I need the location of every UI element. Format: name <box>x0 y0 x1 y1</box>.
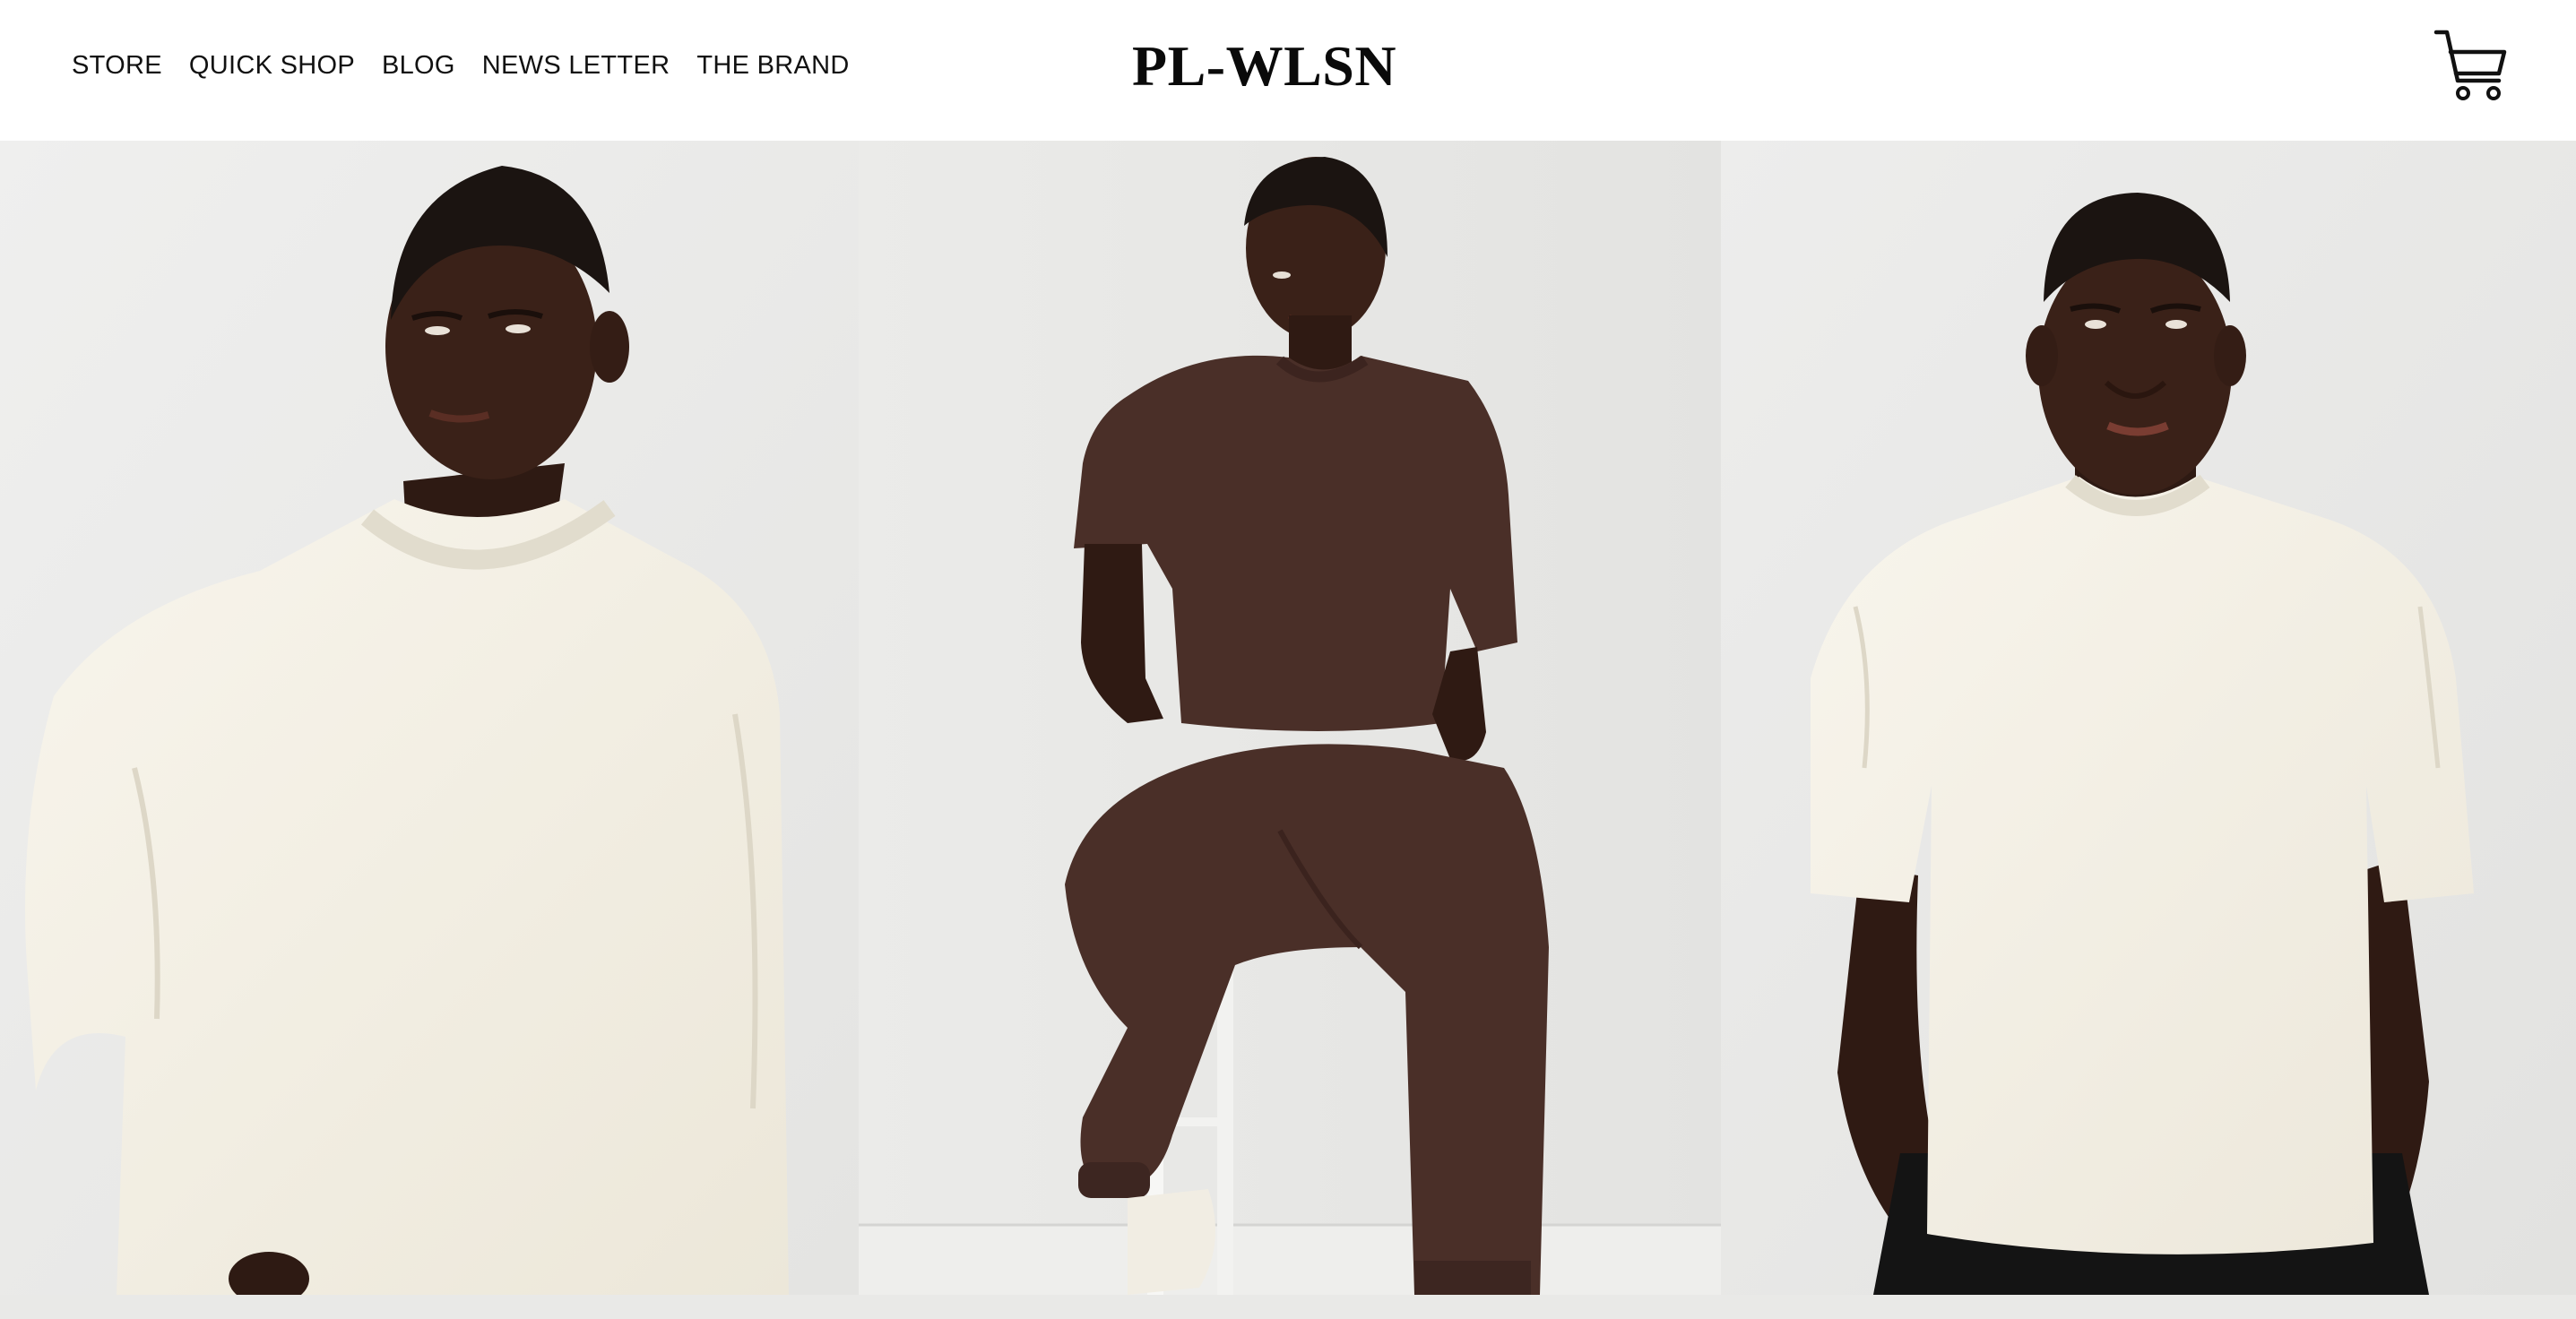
bottom-divider <box>0 1295 2576 1319</box>
hero-gallery <box>0 141 2576 1295</box>
nav-item-news-letter[interactable]: NEWS LETTER <box>482 47 670 84</box>
main-nav: STORE QUICK SHOP BLOG NEWS LETTER THE BR… <box>72 47 850 84</box>
site-header: STORE QUICK SHOP BLOG NEWS LETTER THE BR… <box>0 0 2576 141</box>
nav-item-store[interactable]: STORE <box>72 47 162 84</box>
nav-item-quick-shop[interactable]: QUICK SHOP <box>189 47 355 84</box>
hero-image-cream-tshirt[interactable] <box>1721 141 2576 1295</box>
nav-item-blog[interactable]: BLOG <box>382 47 455 84</box>
brand-logo[interactable]: PL-WLSN <box>1132 32 1396 100</box>
shopping-cart-icon[interactable] <box>2431 25 2511 106</box>
hero-image-brown-tee-joggers[interactable] <box>859 141 1721 1295</box>
hero-image-cream-sweatshirt[interactable] <box>0 141 859 1295</box>
page: STORE QUICK SHOP BLOG NEWS LETTER THE BR… <box>0 0 2576 1319</box>
nav-item-the-brand[interactable]: THE BRAND <box>696 47 849 84</box>
